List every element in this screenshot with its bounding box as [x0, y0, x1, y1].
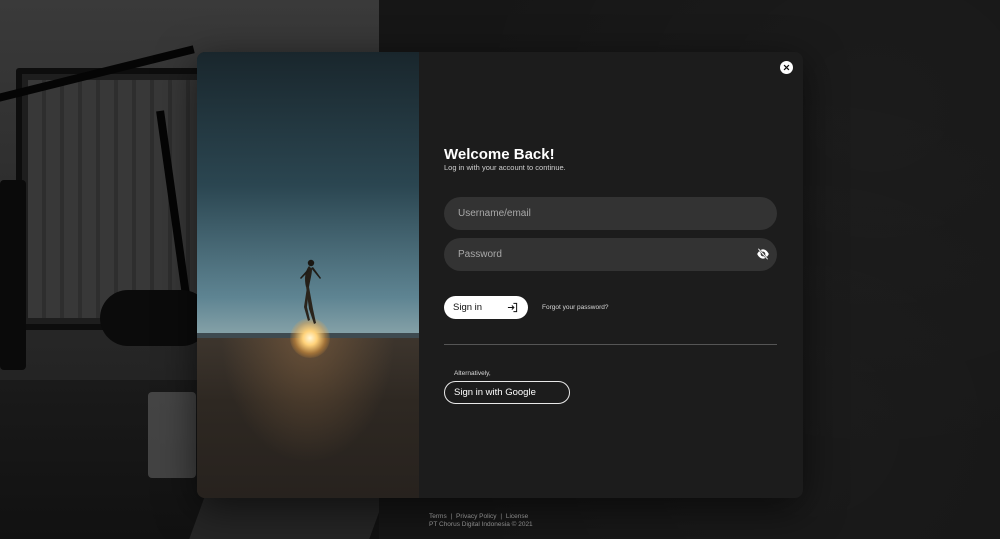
- close-icon: [783, 64, 790, 71]
- signin-button-label: Sign in: [453, 302, 483, 313]
- footer-separator: |: [450, 513, 453, 520]
- footer-link-privacy[interactable]: Privacy Policy: [456, 513, 496, 520]
- login-modal: Welcome Back! Log in with your account t…: [197, 52, 803, 498]
- eye-off-icon[interactable]: [756, 248, 770, 260]
- enter-icon: [507, 302, 518, 313]
- jumping-person-silhouette: [300, 259, 321, 324]
- footer: Terms | Privacy Policy | License PT Chor…: [429, 513, 533, 529]
- footer-separator: |: [500, 513, 503, 520]
- alternatively-label: Alternatively,: [454, 370, 491, 377]
- password-input[interactable]: [444, 238, 777, 271]
- google-signin-button[interactable]: Sign in with Google: [444, 381, 570, 404]
- google-signin-label: Sign in with Google: [454, 387, 536, 398]
- forgot-password-link[interactable]: Forgot your password?: [542, 304, 608, 311]
- hero-photo: [197, 52, 419, 498]
- divider: [444, 344, 777, 345]
- footer-link-terms[interactable]: Terms: [429, 513, 447, 520]
- background-speaker: [0, 180, 26, 370]
- footer-link-license[interactable]: License: [506, 513, 528, 520]
- page-title: Welcome Back!: [444, 146, 555, 163]
- footer-copyright: PT Chorus Digital Indonesia © 2021: [429, 521, 533, 528]
- background-device: [148, 392, 196, 478]
- close-button[interactable]: [780, 61, 793, 74]
- background-microphone: [100, 290, 210, 346]
- page-subtitle: Log in with your account to continue.: [444, 163, 566, 172]
- signin-button[interactable]: Sign in: [444, 296, 528, 319]
- username-input[interactable]: [444, 197, 777, 230]
